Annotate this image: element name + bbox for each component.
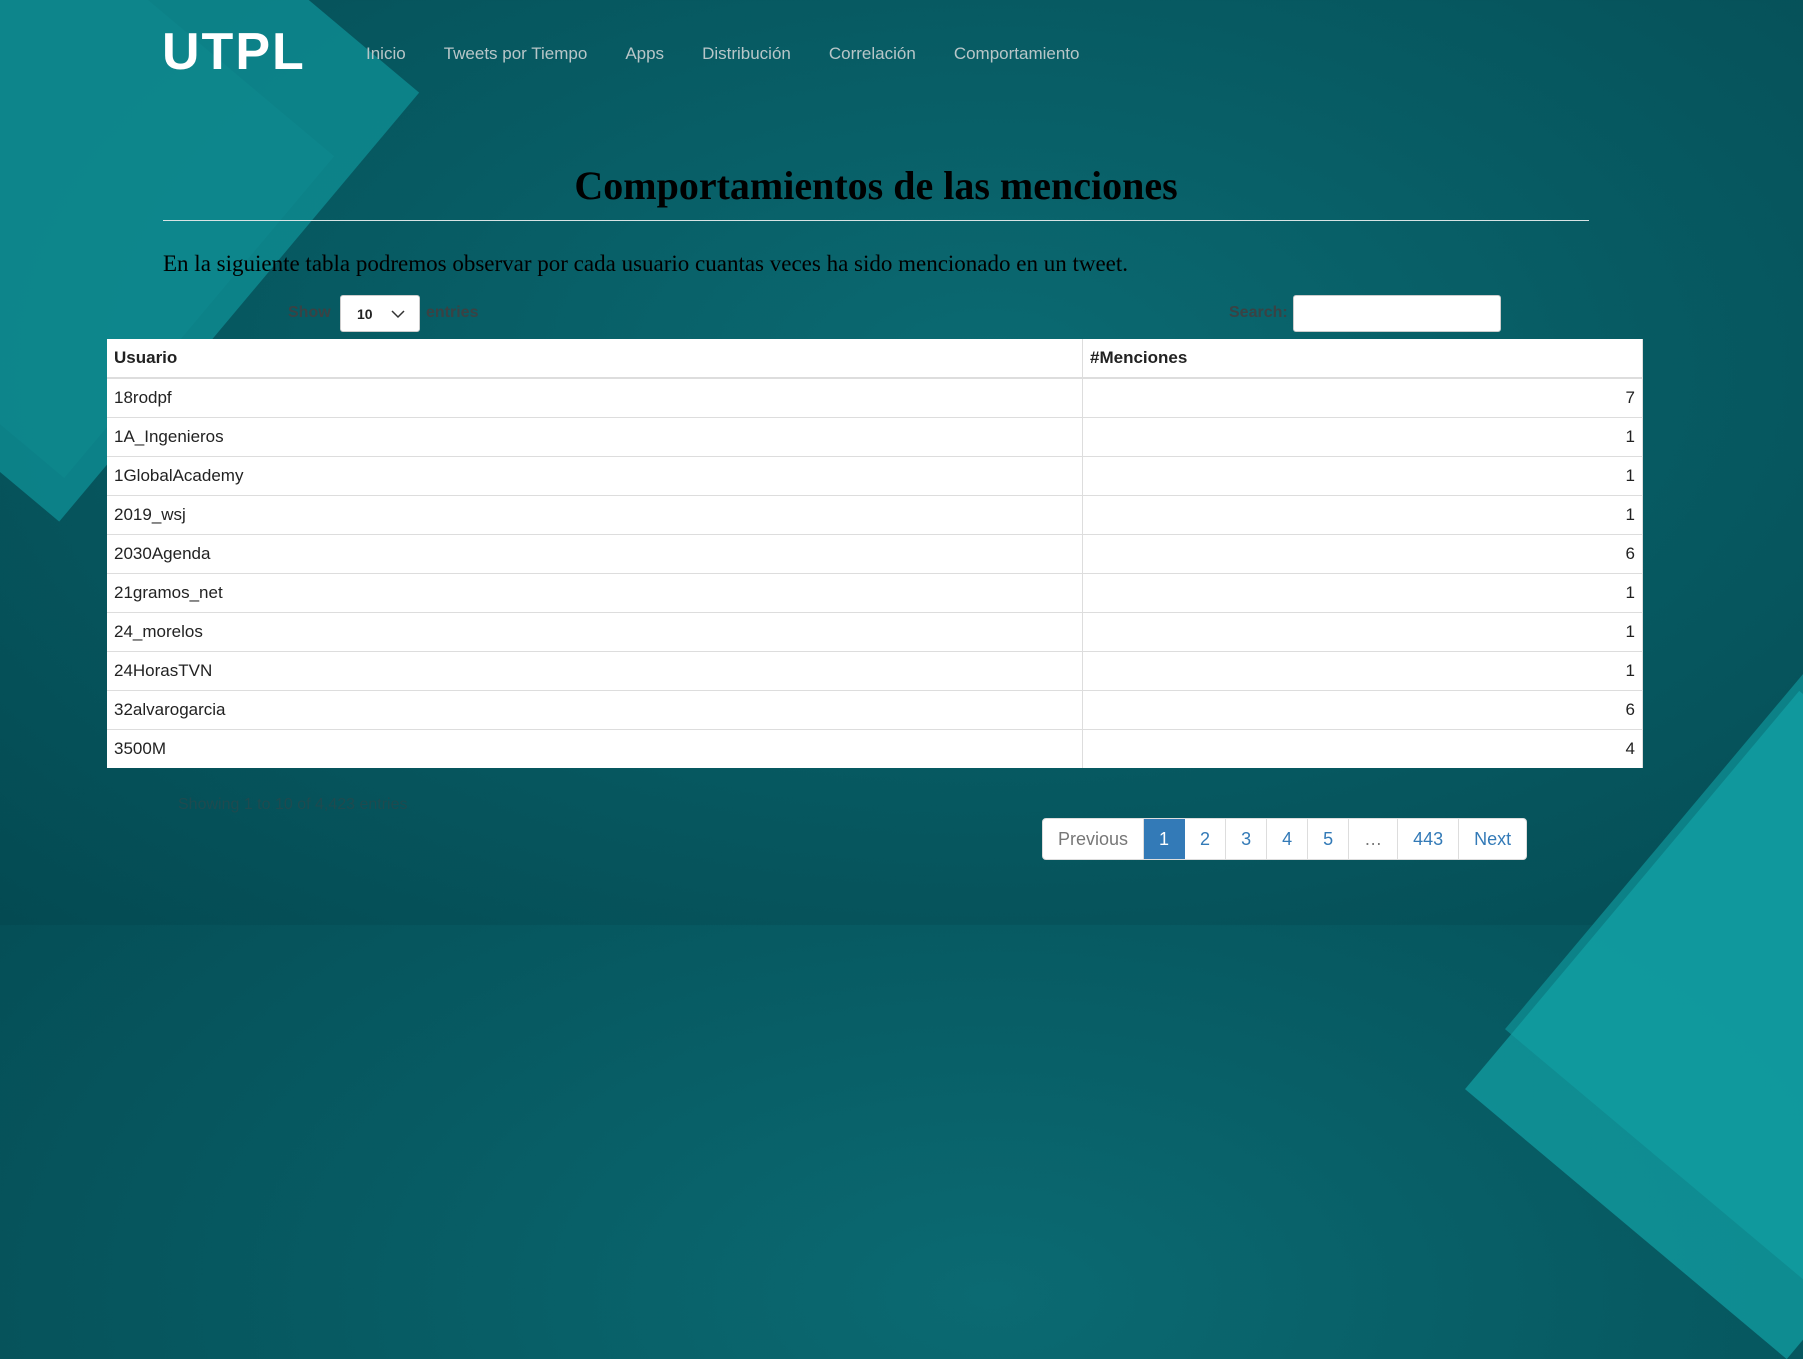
cell-usuario: 1A_Ingenieros xyxy=(107,417,1083,457)
cell-menciones: 7 xyxy=(1082,377,1643,418)
table-row: 3500M 4 xyxy=(107,729,1643,768)
entries-label: entries xyxy=(426,304,479,321)
cell-menciones: 1 xyxy=(1082,417,1643,457)
show-label: Show xyxy=(288,304,331,321)
cell-menciones: 1 xyxy=(1082,612,1643,652)
page-description: En la siguiente tabla podremos observar … xyxy=(163,251,1129,276)
page-length-select[interactable]: 10 xyxy=(340,295,420,332)
table-header-row: Usuario #Menciones xyxy=(107,339,1643,379)
nav-distribucion[interactable]: Distribución xyxy=(683,44,810,64)
nav-apps[interactable]: Apps xyxy=(606,44,683,64)
cell-menciones: 1 xyxy=(1082,651,1643,691)
nav-correlacion[interactable]: Correlación xyxy=(810,44,935,64)
cell-usuario: 24HorasTVN xyxy=(107,651,1083,691)
table-row: 24_morelos 1 xyxy=(107,612,1643,652)
table-row: 21gramos_net 1 xyxy=(107,573,1643,613)
cell-usuario: 2030Agenda xyxy=(107,534,1083,574)
cell-usuario: 3500M xyxy=(107,729,1083,768)
page-title: Comportamientos de las menciones xyxy=(574,163,1178,208)
cell-usuario: 21gramos_net xyxy=(107,573,1083,613)
mentions-table: Usuario #Menciones 18rodpf 7 1A_Ingeniero… xyxy=(107,339,1643,768)
cell-menciones: 6 xyxy=(1082,534,1643,574)
cell-usuario: 1GlobalAcademy xyxy=(107,456,1083,496)
search-input[interactable] xyxy=(1293,295,1501,332)
pagination-previous[interactable]: Previous xyxy=(1043,819,1145,859)
cell-menciones: 1 xyxy=(1082,573,1643,613)
table-row: 32alvarogarcia 6 xyxy=(107,690,1643,730)
table-row: 1A_Ingenieros 1 xyxy=(107,417,1643,457)
pagination-next[interactable]: Next xyxy=(1459,819,1526,859)
pagination-page-3[interactable]: 3 xyxy=(1226,819,1268,859)
cell-usuario: 2019_wsj xyxy=(107,495,1083,535)
nav-tweets-por-tiempo[interactable]: Tweets por Tiempo xyxy=(425,44,607,64)
pagination-page-443[interactable]: 443 xyxy=(1398,819,1460,859)
column-header-menciones[interactable]: #Menciones xyxy=(1082,339,1643,379)
main-nav: Inicio Tweets por Tiempo Apps Distribuci… xyxy=(348,44,1098,64)
table-row: 2030Agenda 6 xyxy=(107,534,1643,574)
cell-usuario: 24_morelos xyxy=(107,612,1083,652)
table-info: Showing 1 to 10 of 4,423 entries xyxy=(178,796,408,813)
title-divider xyxy=(163,220,1589,221)
column-header-usuario[interactable]: Usuario xyxy=(107,339,1083,379)
pagination: Previous 1 2 3 4 5 … 443 Next xyxy=(1042,818,1528,860)
table-row: 18rodpf 7 xyxy=(107,377,1643,418)
table-row: 24HorasTVN 1 xyxy=(107,651,1643,691)
background-stripe xyxy=(1465,690,1803,1359)
utpl-logo[interactable]: UTPL xyxy=(162,22,306,82)
table-row: 2019_wsj 1 xyxy=(107,495,1643,535)
cell-menciones: 1 xyxy=(1082,456,1643,496)
pagination-ellipsis: … xyxy=(1349,819,1399,859)
pagination-page-2[interactable]: 2 xyxy=(1185,819,1227,859)
chevron-down-icon xyxy=(391,310,405,319)
cell-menciones: 1 xyxy=(1082,495,1643,535)
search-label: Search: xyxy=(1229,304,1288,321)
cell-usuario: 32alvarogarcia xyxy=(107,690,1083,730)
cell-usuario: 18rodpf xyxy=(107,377,1083,418)
page-length-value: 10 xyxy=(357,305,373,322)
pagination-page-4[interactable]: 4 xyxy=(1267,819,1309,859)
cell-menciones: 6 xyxy=(1082,690,1643,730)
cell-menciones: 4 xyxy=(1082,729,1643,768)
nav-inicio[interactable]: Inicio xyxy=(348,44,425,64)
nav-comportamiento[interactable]: Comportamiento xyxy=(935,44,1099,64)
table-row: 1GlobalAcademy 1 xyxy=(107,456,1643,496)
pagination-page-5[interactable]: 5 xyxy=(1308,819,1350,859)
pagination-page-1[interactable]: 1 xyxy=(1144,819,1186,859)
